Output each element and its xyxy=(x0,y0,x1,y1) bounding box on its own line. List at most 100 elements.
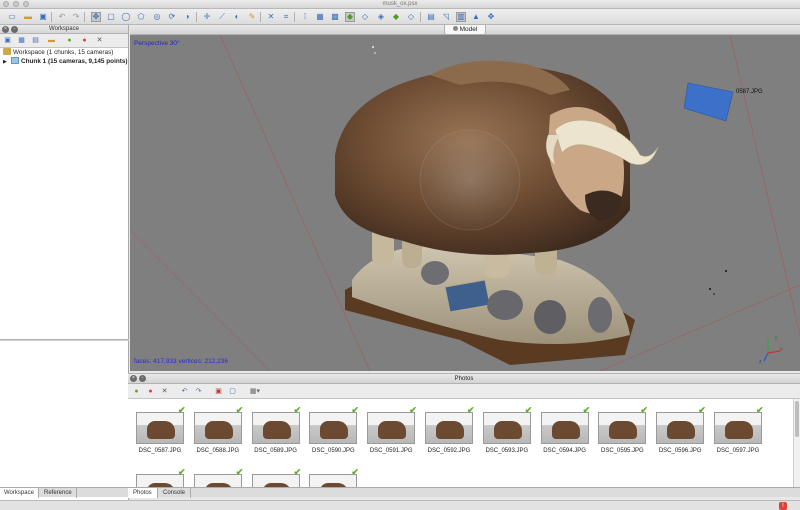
scroll-thumb[interactable] xyxy=(795,401,799,437)
save-icon[interactable]: ▣ xyxy=(38,12,48,22)
photo-subject xyxy=(320,421,349,439)
photo-image: ✔ xyxy=(482,406,532,444)
pane-splitter[interactable] xyxy=(0,339,129,341)
free-form-select-icon[interactable]: ⬠ xyxy=(136,12,146,22)
delete-selection-icon[interactable]: ✕ xyxy=(266,12,276,22)
tab-photos[interactable]: Photos xyxy=(128,488,158,498)
photo-image: ✔ xyxy=(251,468,301,487)
aligned-check-icon: ✔ xyxy=(756,405,764,415)
close-pane-icon[interactable]: × xyxy=(2,26,9,33)
rotate-view-icon[interactable]: ◐ xyxy=(232,12,242,22)
photo-thumbnail[interactable]: ✔ DSC_0597.JPG xyxy=(714,406,764,454)
photo-thumbnail[interactable]: ✔ DSC_0587.JPG xyxy=(136,406,186,454)
photo-thumbnail[interactable]: ✔ xyxy=(251,468,301,487)
navigation-icon[interactable]: ✥ xyxy=(91,12,101,22)
float-pane-icon[interactable]: ◦ xyxy=(139,375,146,382)
camera-plane-icon[interactable] xyxy=(683,82,734,122)
undo-icon[interactable]: ↶ xyxy=(57,12,67,22)
photo-thumbnail[interactable]: ✔ DSC_0592.JPG xyxy=(425,406,475,454)
photo-image: ✔ xyxy=(193,406,243,444)
show-trackball-icon[interactable]: ▥ xyxy=(456,12,466,22)
show-region-icon[interactable]: ▲ xyxy=(471,12,481,22)
photo-thumbnail[interactable]: ✔ DSC_0594.JPG xyxy=(540,406,590,454)
rotate-left-icon[interactable]: ↶ xyxy=(180,387,189,396)
photo-thumbnail[interactable]: ✔ DSC_0589.JPG xyxy=(251,406,301,454)
tree-chunk[interactable]: ▶ Chunk 1 (15 cameras, 9,145 points) xyxy=(0,57,128,66)
enable-camera-icon[interactable]: ● xyxy=(132,387,141,396)
photo-thumbnail[interactable]: ✔ xyxy=(309,468,359,487)
disable-camera-icon[interactable]: ● xyxy=(146,387,155,396)
view-mode-icon[interactable]: ▦▾ xyxy=(248,387,262,396)
scale-object-icon[interactable]: ◑ xyxy=(182,12,192,22)
pencil-icon[interactable]: ✎ xyxy=(247,12,257,22)
rotate-object-icon[interactable]: ⟳ xyxy=(167,12,177,22)
photo-thumbnail[interactable]: ✔ DSC_0595.JPG xyxy=(598,406,648,454)
float-pane-icon[interactable]: ◦ xyxy=(11,26,18,33)
expand-arrow-icon[interactable]: ▶ xyxy=(3,58,11,67)
rock xyxy=(534,300,566,334)
workspace-title: Workspace xyxy=(49,26,79,32)
photos-grid: ✔ DSC_0587.JPG ✔ DSC_0588.JPG ✔ DSC_0589.JPG ✔… xyxy=(128,399,793,487)
show-info-icon[interactable]: ▢ xyxy=(228,387,237,396)
reset-filter-icon[interactable]: ▣ xyxy=(214,387,223,396)
view-top-icon[interactable]: ◆ xyxy=(391,12,401,22)
view-side-icon[interactable]: ◇ xyxy=(406,12,416,22)
photos-scrollbar[interactable] xyxy=(793,399,800,487)
disable-icon[interactable]: ● xyxy=(80,36,89,45)
circle-select-icon[interactable]: ◯ xyxy=(121,12,131,22)
crop-selection-icon[interactable]: ⌗ xyxy=(281,12,291,22)
tab-workspace[interactable]: Workspace xyxy=(0,488,39,498)
move-object-icon[interactable]: ◎ xyxy=(152,12,162,22)
solid-model-icon[interactable]: ▩ xyxy=(330,12,340,22)
view-front-icon[interactable]: ◈ xyxy=(376,12,386,22)
status-bar: ! xyxy=(0,500,800,510)
photo-label: DSC_0591.JPG xyxy=(369,448,413,454)
marker-icon[interactable]: ✛ xyxy=(202,12,212,22)
textured-model-icon[interactable]: ◆ xyxy=(345,12,355,22)
point-cloud-icon[interactable]: ⁞ xyxy=(300,12,310,22)
show-aligned-icon[interactable]: ◹ xyxy=(441,12,451,22)
import-icon[interactable]: ▬ xyxy=(47,36,56,45)
workspace-icon xyxy=(3,48,11,55)
model-header: Model xyxy=(130,25,800,35)
photo-thumbnail[interactable]: ✔ DSC_0591.JPG xyxy=(367,406,417,454)
photo-thumbnail[interactable]: ✔ DSC_0596.JPG xyxy=(656,406,706,454)
model-viewport[interactable]: Perspective 30° 0587.JPG faces: 417,933 … xyxy=(130,35,800,371)
photo-thumbnail[interactable]: ✔ DSC_0593.JPG xyxy=(482,406,532,454)
enable-icon[interactable]: ● xyxy=(65,36,74,45)
photo-thumbnail[interactable]: ✔ DSC_0590.JPG xyxy=(309,406,359,454)
model-icon xyxy=(452,26,458,31)
add-folder-icon[interactable]: ▤ xyxy=(31,36,40,45)
remove-camera-icon[interactable]: ✕ xyxy=(160,387,169,396)
aligned-check-icon: ✔ xyxy=(351,467,359,477)
tree-root[interactable]: Workspace (1 chunks, 15 cameras) xyxy=(0,48,128,57)
warning-icon[interactable]: ! xyxy=(779,502,787,510)
photo-subject xyxy=(725,421,753,439)
photo-thumbnail[interactable]: ✔ DSC_0588.JPG xyxy=(193,406,243,454)
remove-icon[interactable]: ✕ xyxy=(95,36,104,45)
reset-view-icon[interactable]: ✥ xyxy=(486,12,496,22)
ruler-icon[interactable]: ⟋ xyxy=(217,12,227,22)
axis-x-line xyxy=(767,350,781,354)
photo-image: ✔ xyxy=(251,406,301,444)
tab-console[interactable]: Console xyxy=(158,488,192,498)
tab-model[interactable]: Model xyxy=(444,25,486,35)
shaded-model-icon[interactable]: ▦ xyxy=(315,12,325,22)
new-document-icon[interactable]: ▭ xyxy=(7,12,17,22)
wireframe-model-icon[interactable]: ◇ xyxy=(360,12,370,22)
close-pane-icon[interactable]: × xyxy=(130,375,137,382)
photo-subject xyxy=(493,421,522,439)
axis-x-label: x xyxy=(780,347,783,353)
rotate-right-icon[interactable]: ↷ xyxy=(194,387,203,396)
show-cameras-icon[interactable]: ▤ xyxy=(426,12,436,22)
add-photos-icon[interactable]: ▦ xyxy=(17,36,26,45)
rectangle-select-icon[interactable]: ▢ xyxy=(106,12,116,22)
open-folder-icon[interactable]: ▬ xyxy=(23,12,33,22)
tab-reference[interactable]: Reference xyxy=(40,488,77,498)
trackball-sphere[interactable] xyxy=(419,129,521,231)
rock xyxy=(487,290,523,320)
photo-thumbnail[interactable]: ✔ xyxy=(136,468,186,487)
photo-thumbnail[interactable]: ✔ xyxy=(193,468,243,487)
add-chunk-icon[interactable]: ▣ xyxy=(3,36,12,45)
redo-icon[interactable]: ↷ xyxy=(71,12,81,22)
